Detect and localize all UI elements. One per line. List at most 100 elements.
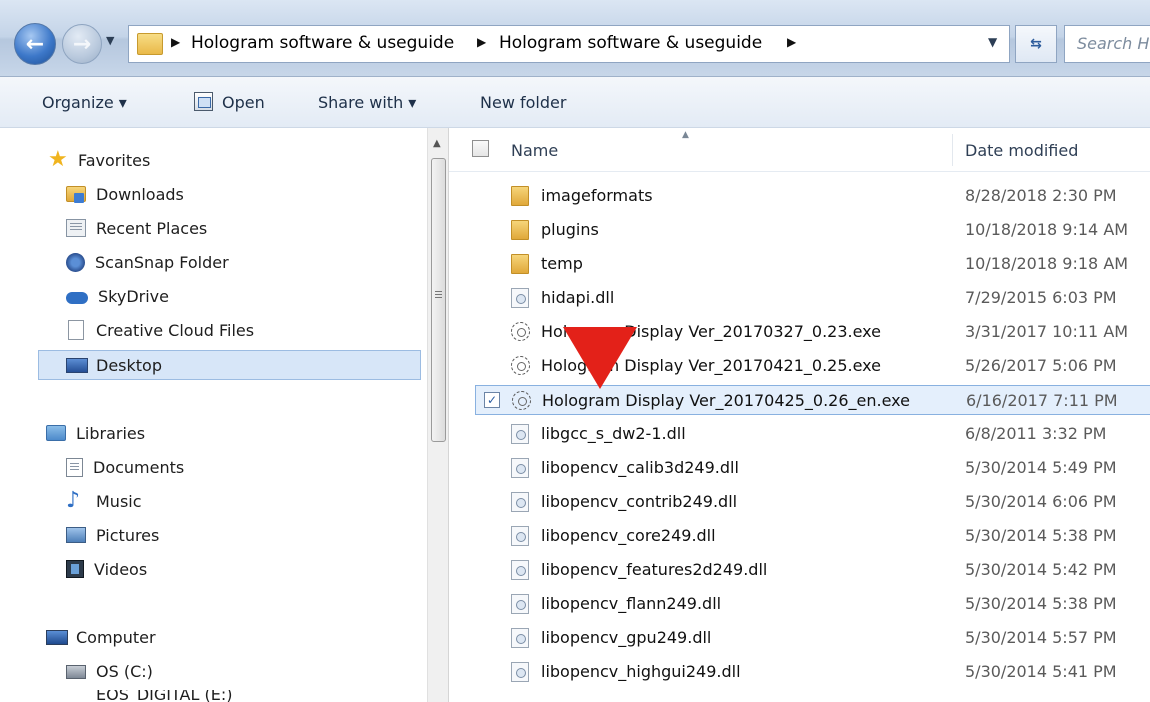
nav-item-scansnap-folder[interactable]: ScanSnap Folder — [66, 249, 229, 275]
nav-label: Computer — [76, 627, 156, 647]
sort-ascending-icon: ▲ — [682, 130, 689, 140]
recent-places-icon — [66, 219, 86, 237]
file-row[interactable]: libgcc_s_dw2-1.dll 6/8/2011 3:32 PM — [475, 419, 1150, 449]
file-row[interactable]: temp 10/18/2018 9:18 AM — [475, 249, 1150, 279]
nav-item-desktop[interactable]: Desktop — [38, 350, 421, 380]
grip-icon — [435, 291, 442, 298]
computer-icon — [46, 629, 68, 645]
dll-file-icon — [511, 492, 529, 512]
file-row[interactable]: hidapi.dll 7/29/2015 6:03 PM — [475, 283, 1150, 313]
file-row[interactable]: libopencv_flann249.dll 5/30/2014 5:38 PM — [475, 589, 1150, 619]
music-note-icon: ♪ — [66, 488, 81, 513]
address-history-dropdown-icon[interactable]: ▼ — [988, 35, 997, 49]
nav-item-documents[interactable]: Documents — [66, 454, 184, 480]
nav-item-eos-digital[interactable]: EOS_DIGITAL (E:) — [66, 690, 232, 702]
select-all-checkbox[interactable] — [472, 140, 489, 157]
file-row[interactable]: libopencv_calib3d249.dll 5/30/2014 5:49 P… — [475, 453, 1150, 483]
blank-document-icon — [68, 320, 84, 340]
forward-button[interactable]: → — [62, 24, 102, 64]
recent-pages-dropdown-icon[interactable]: ▼ — [106, 34, 114, 47]
file-date-modified: 5/30/2014 5:57 PM — [965, 628, 1117, 647]
nav-label: Recent Places — [96, 218, 208, 238]
breadcrumb-chevron-icon[interactable]: ▶ — [171, 35, 180, 49]
nav-label: OS (C:) — [96, 661, 153, 681]
file-name: libopencv_calib3d249.dll — [541, 458, 739, 477]
dll-file-icon — [511, 526, 529, 546]
column-header-date-modified[interactable]: Date modified — [965, 141, 1078, 160]
open-button[interactable]: Open — [222, 93, 265, 112]
scrollbar-thumb[interactable] — [431, 158, 446, 442]
file-date-modified: 5/30/2014 5:38 PM — [965, 526, 1117, 545]
annotation-arrow — [563, 327, 637, 389]
star-icon: ★ — [48, 147, 68, 172]
share-with-button[interactable]: Share with ▾ — [318, 93, 416, 112]
breadcrumb-item[interactable]: Hologram software & useguide — [191, 33, 454, 53]
dll-file-icon — [511, 458, 529, 478]
column-divider[interactable] — [952, 134, 953, 166]
skydrive-cloud-icon — [66, 292, 88, 304]
file-date-modified: 10/18/2018 9:14 AM — [965, 220, 1129, 239]
nav-item-videos[interactable]: Videos — [66, 556, 147, 582]
dll-file-icon — [511, 560, 529, 580]
desktop-icon — [66, 357, 88, 373]
breadcrumb-item[interactable]: Hologram software & useguide — [499, 33, 762, 53]
file-row[interactable]: libopencv_core249.dll 5/30/2014 5:38 PM — [475, 521, 1150, 551]
folder-icon — [511, 254, 529, 274]
file-list: Name ▲ Date modified imageformats 8/28/20… — [449, 128, 1150, 702]
nav-label: ScanSnap Folder — [95, 252, 229, 272]
nav-favorites[interactable]: ★ Favorites — [46, 147, 150, 173]
breadcrumb-chevron-icon[interactable]: ▶ — [787, 35, 796, 49]
file-row[interactable]: ✓ Hologram Display Ver_20170425_0.26_en.e… — [475, 385, 1150, 415]
nav-libraries[interactable]: Libraries — [46, 420, 145, 446]
search-input[interactable]: Search H — [1064, 25, 1150, 63]
pictures-icon — [66, 527, 86, 543]
folder-icon — [511, 220, 529, 240]
scroll-up-arrow-icon[interactable]: ▲ — [433, 138, 441, 149]
nav-item-recent-places[interactable]: Recent Places — [66, 215, 207, 241]
file-date-modified: 5/30/2014 6:06 PM — [965, 492, 1117, 511]
file-name: libopencv_core249.dll — [541, 526, 716, 545]
file-date-modified: 3/31/2017 10:11 AM — [965, 322, 1129, 341]
file-name: libopencv_highgui249.dll — [541, 662, 741, 681]
nav-label: Videos — [94, 559, 148, 579]
breadcrumb[interactable]: ▶ Hologram software & useguide ▶ Hologra… — [128, 25, 1010, 63]
file-name: libopencv_gpu249.dll — [541, 628, 712, 647]
documents-icon — [66, 457, 83, 477]
nav-item-pictures[interactable]: Pictures — [66, 522, 159, 548]
file-row[interactable]: libopencv_features2d249.dll 5/30/2014 5:4… — [475, 555, 1150, 585]
dll-file-icon — [511, 594, 529, 614]
nav-item-creative-cloud-files[interactable]: Creative Cloud Files — [66, 317, 254, 343]
file-row[interactable]: libopencv_contrib249.dll 5/30/2014 6:06 P… — [475, 487, 1150, 517]
back-button[interactable]: ← — [14, 23, 56, 65]
nav-label: Favorites — [78, 150, 151, 170]
new-folder-button[interactable]: New folder — [480, 93, 566, 112]
file-name: temp — [541, 254, 583, 273]
navigation-pane: ★ Favorites Downloads Recent Places Scan… — [0, 128, 427, 702]
nav-item-music[interactable]: ♪ Music — [66, 488, 142, 514]
nav-computer[interactable]: Computer — [46, 624, 156, 650]
file-name: libopencv_flann249.dll — [541, 594, 722, 613]
row-checkbox[interactable]: ✓ — [484, 392, 500, 408]
file-date-modified: 5/30/2014 5:38 PM — [965, 594, 1117, 613]
dll-file-icon — [511, 288, 529, 308]
nav-item-downloads[interactable]: Downloads — [66, 181, 184, 207]
application-icon — [511, 356, 530, 375]
column-header-name[interactable]: Name — [511, 141, 558, 160]
refresh-button[interactable]: ⇆ — [1015, 25, 1057, 63]
navigation-pane-scrollbar[interactable]: ▲ — [427, 128, 449, 702]
file-date-modified: 7/29/2015 6:03 PM — [965, 288, 1117, 307]
breadcrumb-chevron-icon[interactable]: ▶ — [477, 35, 486, 49]
file-row[interactable]: libopencv_gpu249.dll 5/30/2014 5:57 PM — [475, 623, 1150, 653]
removable-drive-icon — [66, 690, 86, 702]
file-name: hidapi.dll — [541, 288, 615, 307]
organize-button[interactable]: Organize ▾ — [42, 93, 127, 112]
file-row[interactable]: libopencv_highgui249.dll 5/30/2014 5:41 P… — [475, 657, 1150, 687]
downloads-folder-icon — [66, 186, 86, 203]
file-date-modified: 6/16/2017 7:11 PM — [966, 391, 1118, 410]
nav-item-os-c[interactable]: OS (C:) — [66, 658, 153, 684]
file-row[interactable]: plugins 10/18/2018 9:14 AM — [475, 215, 1150, 245]
file-row[interactable]: imageformats 8/28/2018 2:30 PM — [475, 181, 1150, 211]
file-name: Hologram Display Ver_20170425_0.26_en.ex… — [542, 391, 910, 410]
file-date-modified: 5/26/2017 5:06 PM — [965, 356, 1117, 375]
nav-item-skydrive[interactable]: SkyDrive — [66, 283, 169, 309]
